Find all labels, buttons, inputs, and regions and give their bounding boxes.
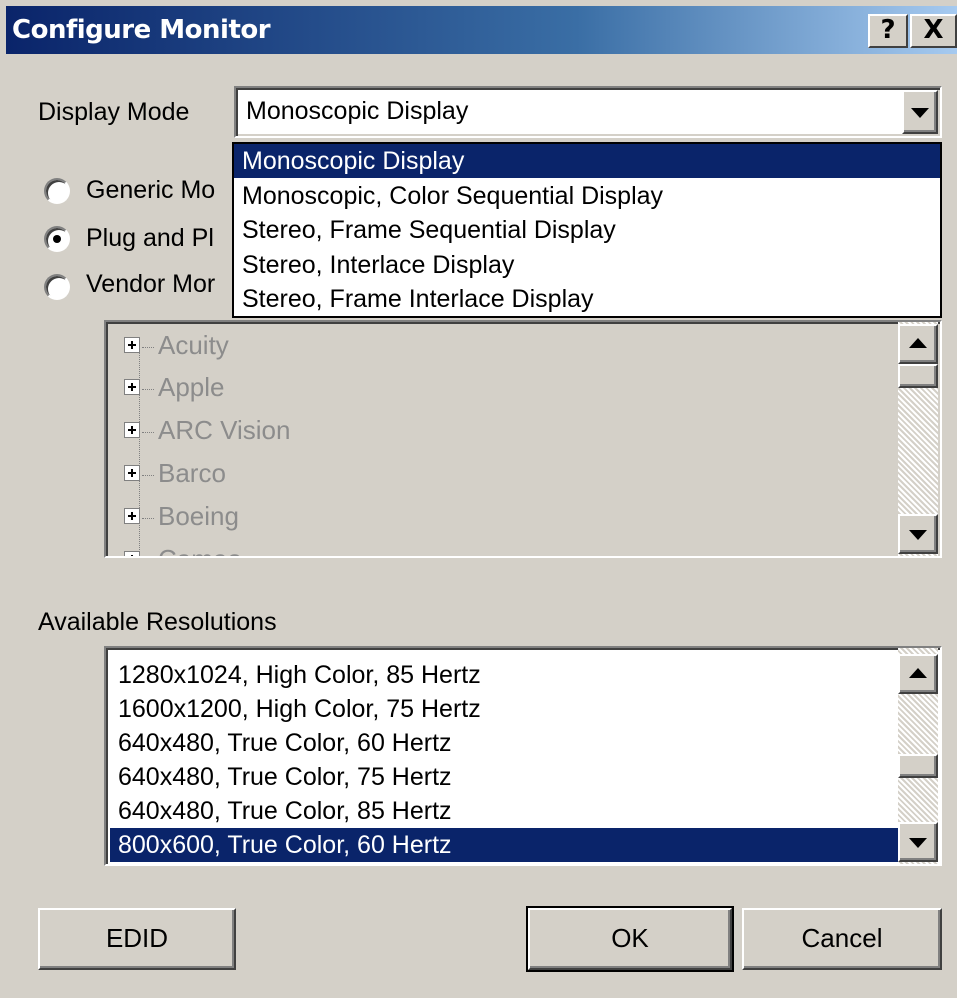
- help-button[interactable]: ?: [868, 14, 908, 48]
- expand-plus-icon[interactable]: [124, 337, 140, 354]
- vendor-tree-scroll-up-button[interactable]: [898, 324, 938, 364]
- vendor-tree[interactable]: Acuity Apple ARC Vision Barco Boeing Cam…: [104, 320, 942, 558]
- display-mode-combobox[interactable]: Monoscopic Display: [234, 86, 942, 138]
- list-item[interactable]: 640x480, True Color, 75 Hertz: [110, 760, 898, 794]
- radio-vendor-monitor[interactable]: [44, 274, 70, 300]
- ok-button[interactable]: OK: [526, 906, 734, 972]
- radio-plug-and-play[interactable]: [44, 226, 70, 252]
- chevron-down-icon: [909, 838, 927, 848]
- resolutions-scroll-up-button[interactable]: [898, 654, 938, 694]
- resolutions-scroll-thumb[interactable]: [898, 754, 938, 778]
- chevron-up-icon: [909, 338, 927, 348]
- list-item-selected[interactable]: 800x600, True Color, 60 Hertz: [110, 828, 898, 862]
- vendor-tree-scroll-down-button[interactable]: [898, 514, 938, 554]
- window-title: Configure Monitor: [12, 15, 271, 45]
- list-item[interactable]: 1280x1024, High Color, 85 Hertz: [110, 658, 898, 692]
- radio-generic-monitor[interactable]: [44, 178, 70, 204]
- dropdown-option[interactable]: Stereo, Frame Interlace Display: [234, 282, 940, 316]
- radio-vendor-monitor-label[interactable]: Vendor Mor: [86, 270, 215, 299]
- chevron-up-icon: [909, 668, 927, 678]
- list-item[interactable]: 1600x1200, High Color, 75 Hertz: [110, 692, 898, 726]
- dropdown-option-selected[interactable]: Monoscopic Display: [234, 144, 940, 178]
- display-mode-dropdown-button[interactable]: [902, 90, 938, 134]
- expand-plus-icon[interactable]: [124, 551, 140, 556]
- configure-monitor-dialog: Configure Monitor ? X Display Mode Monos…: [0, 0, 957, 998]
- tree-item[interactable]: Acuity: [124, 330, 229, 370]
- radio-plug-and-play-label[interactable]: Plug and Pl: [86, 224, 214, 253]
- edid-button[interactable]: EDID: [38, 908, 236, 970]
- resolutions-list[interactable]: 1280x1024, High Color, 85 Hertz 1600x120…: [104, 646, 942, 866]
- expand-plus-icon[interactable]: [124, 379, 140, 396]
- display-mode-dropdown-list[interactable]: Monoscopic Display Monoscopic, Color Seq…: [232, 142, 942, 318]
- expand-plus-icon[interactable]: [124, 508, 140, 525]
- display-mode-label: Display Mode: [38, 98, 190, 126]
- title-bar[interactable]: Configure Monitor ? X: [6, 6, 957, 54]
- radio-checked-dot: [53, 235, 61, 243]
- expand-plus-icon[interactable]: [124, 422, 140, 439]
- display-mode-value: Monoscopic Display: [246, 97, 469, 125]
- close-button[interactable]: X: [910, 14, 957, 48]
- cancel-button[interactable]: Cancel: [742, 908, 942, 970]
- resolutions-scroll-down-button[interactable]: [898, 822, 938, 862]
- tree-item[interactable]: ARC Vision: [124, 415, 290, 455]
- chevron-down-icon: [911, 108, 929, 118]
- tree-item[interactable]: Cameo: [124, 544, 242, 556]
- tree-item[interactable]: Boeing: [124, 501, 239, 541]
- list-item[interactable]: 640x480, True Color, 85 Hertz: [110, 794, 898, 828]
- chevron-down-icon: [909, 530, 927, 540]
- dropdown-option[interactable]: Monoscopic, Color Sequential Display: [234, 179, 940, 213]
- vendor-tree-scroll-thumb[interactable]: [898, 364, 938, 388]
- available-resolutions-label: Available Resolutions: [38, 608, 277, 636]
- tree-item[interactable]: Apple: [124, 372, 225, 412]
- dropdown-option[interactable]: Stereo, Interlace Display: [234, 248, 940, 282]
- radio-generic-monitor-label[interactable]: Generic Mo: [86, 176, 215, 205]
- list-item[interactable]: 640x480, True Color, 60 Hertz: [110, 726, 898, 760]
- tree-item[interactable]: Barco: [124, 458, 226, 498]
- dropdown-option[interactable]: Stereo, Frame Sequential Display: [234, 213, 940, 247]
- expand-plus-icon[interactable]: [124, 465, 140, 482]
